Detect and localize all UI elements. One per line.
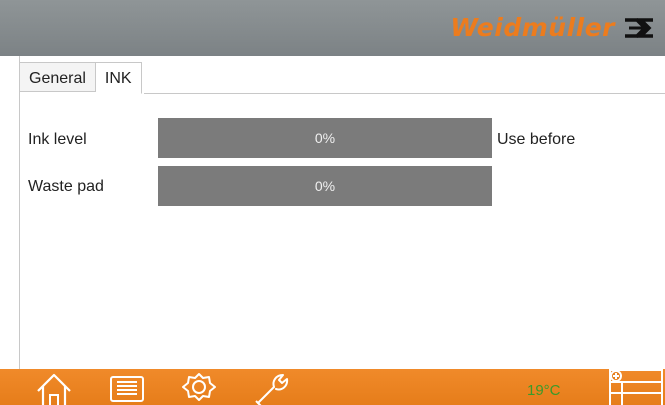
waste-pad-value: 0% [314,178,336,194]
home-icon[interactable] [33,369,75,405]
tab-general[interactable]: General [19,62,96,92]
brand-name: Weidmüller [450,13,615,42]
use-before-label: Use before [497,131,576,148]
ink-level-bar: 0% [158,118,492,158]
ink-level-label: Ink level [28,131,87,148]
tab-divider [144,93,665,94]
top-bar: Weidmüller [0,0,665,56]
tab-ink[interactable]: INK [95,62,142,94]
tab-bar: General INK [19,62,142,94]
settings-icon[interactable] [178,369,220,405]
brand-mark-icon [625,18,653,38]
layout-icon[interactable] [608,369,664,405]
waste-pad-bar: 0% [158,166,492,206]
waste-pad-label: Waste pad [28,178,104,195]
tools-icon[interactable] [252,369,296,405]
content-panel [19,56,665,369]
ink-level-value: 0% [314,130,336,146]
bottom-toolbar [0,369,665,405]
temperature-readout: 19°C [527,382,561,399]
brand-logo: Weidmüller [450,13,655,43]
printer-icon[interactable] [107,369,147,405]
